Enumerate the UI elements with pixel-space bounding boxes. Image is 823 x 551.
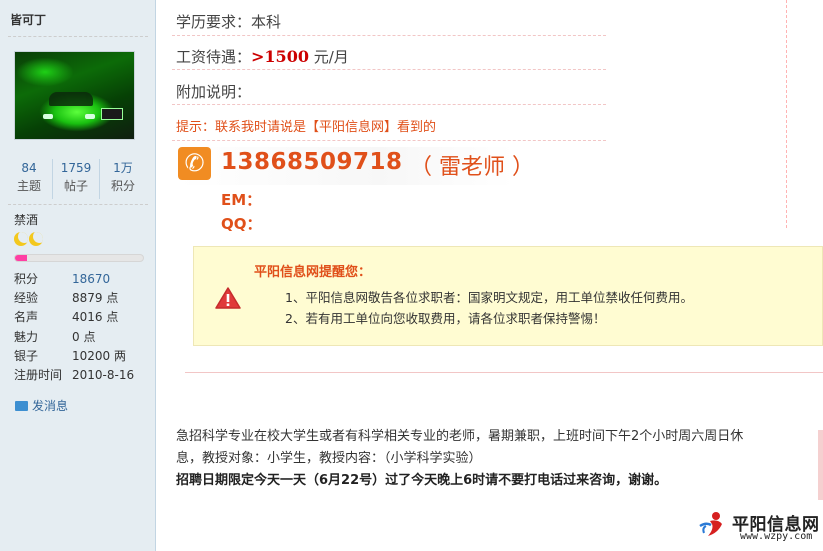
info-row: 注册时间 2010-8-16 <box>14 366 154 385</box>
avatar-car-window <box>49 92 93 106</box>
phone-block: 13868509718 （ 雷老师 ） <box>178 147 534 185</box>
info-value: 4016 点 <box>72 310 119 325</box>
info-key: 名声 <box>14 310 39 325</box>
avatar-car-plate <box>101 108 123 120</box>
divider <box>8 36 148 37</box>
divider <box>786 0 787 228</box>
stat-number: 1759 <box>60 161 92 175</box>
extra-field: 附加说明： <box>176 83 252 101</box>
info-value: 2010-8-16 <box>72 368 135 383</box>
user-group[interactable]: 禁酒 <box>14 211 38 228</box>
info-value[interactable]: 18670 <box>72 270 110 289</box>
author-info: 积分 18670 经验 8879 点 名声 4016 点 魅力 0 点 银子 1… <box>14 270 154 385</box>
send-message-link[interactable]: 发消息 <box>15 397 68 414</box>
stat-posts[interactable]: 1759 帖子 <box>52 159 99 199</box>
salary-field: 工资待遇：>1500 元/月 <box>176 46 606 67</box>
warning-icon <box>215 287 241 309</box>
email-label: EM： <box>221 191 262 209</box>
phone-icon <box>178 147 211 180</box>
stat-number: 1万 <box>113 161 133 175</box>
divider <box>172 104 606 105</box>
stat-number: 84 <box>21 161 37 175</box>
contact-hint: 提示：联系我时请说是【平阳信息网】看到的 <box>176 120 437 135</box>
salary-value: >1500 <box>251 47 309 66</box>
notice-item: 2、若有用工单位向您收取费用，请各位求职者保持警惕！ <box>285 311 606 326</box>
avatar-car-light <box>43 114 53 119</box>
qq-label: QQ： <box>221 215 262 233</box>
post-body: 急招科学专业在校大学生或者有科学相关专业的老师，暑期兼职，上班时间下午2个小时周… <box>176 426 806 492</box>
info-key: 注册时间 <box>14 368 63 383</box>
site-logo-icon <box>699 512 722 536</box>
phone-number[interactable]: 13868509718 <box>221 149 403 175</box>
info-value: 0 点 <box>72 329 96 344</box>
scroll-edge <box>818 430 823 500</box>
moon-icon <box>14 232 28 246</box>
info-key: 银子 <box>14 348 39 363</box>
notice-item: 1、平阳信息网敬告各位求职者：国家明文规定，用工单位禁收任何费用。 <box>285 290 693 305</box>
post-body-line: 急招科学专业在校大学生或者有科学相关专业的老师，暑期兼职，上班时间下午2个小时周… <box>176 429 744 444</box>
post-body-line: 招聘日期限定今天一天（6月22号）过了今天晚上6时请不要打电话过来咨询，谢谢。 <box>176 473 668 488</box>
moon-icon <box>29 232 43 246</box>
level-progress-fill <box>15 255 27 261</box>
post-body-line: 息，教授对象：小学生，教授内容：（小学科学实验） <box>176 451 482 466</box>
level-progress-bar <box>14 254 144 262</box>
stat-label: 帖子 <box>63 179 88 193</box>
stat-topics[interactable]: 84 主题 <box>6 159 52 199</box>
stat-points[interactable]: 1万 积分 <box>99 159 146 199</box>
divider <box>185 372 823 373</box>
author-stats: 84 主题 1759 帖子 1万 积分 <box>6 159 146 199</box>
info-value: 8879 点 <box>72 291 119 306</box>
post-content: 学历要求：本科 工资待遇：>1500 元/月 附加说明： 提示：联系我时请说是【… <box>157 0 823 551</box>
info-row: 积分 18670 <box>14 270 154 289</box>
divider <box>172 69 606 70</box>
info-value: 10200 两 <box>72 348 126 363</box>
divider <box>8 204 148 205</box>
info-key: 魅力 <box>14 329 39 344</box>
group-stars <box>14 232 43 246</box>
divider <box>172 35 606 36</box>
info-row: 经验 8879 点 <box>14 289 154 308</box>
divider <box>172 140 606 141</box>
site-watermark: 平阳信息网 www.wzpy.com <box>696 507 823 551</box>
avatar[interactable] <box>14 51 135 140</box>
info-row: 银子 10200 两 <box>14 347 154 366</box>
send-message-label: 发消息 <box>32 399 69 413</box>
info-key: 积分 <box>14 272 39 286</box>
stat-label: 积分 <box>110 179 135 193</box>
mail-icon <box>15 400 28 411</box>
contact-name: （ 雷老师 ） <box>410 155 534 180</box>
salary-unit: 元/月 <box>308 48 349 66</box>
notice-title: 平阳信息网提醒您： <box>254 265 372 280</box>
author-username[interactable]: 皆可丁 <box>10 11 46 28</box>
avatar-car-light <box>85 114 95 119</box>
notice-box: 平阳信息网提醒您： 1、平阳信息网敬告各位求职者：国家明文规定，用工单位禁收任何… <box>193 246 823 346</box>
education-field: 学历要求：本科 <box>176 13 282 31</box>
author-sidebar: 皆可丁 84 主题 1759 帖子 1万 积分 禁酒 积分 18670 经验 8… <box>0 0 156 551</box>
info-row: 名声 4016 点 <box>14 308 154 327</box>
salary-label: 工资待遇： <box>176 48 252 66</box>
stat-label: 主题 <box>16 179 41 193</box>
watermark-url: www.wzpy.com <box>740 531 813 542</box>
info-key: 经验 <box>14 291 39 306</box>
info-row: 魅力 0 点 <box>14 328 154 347</box>
